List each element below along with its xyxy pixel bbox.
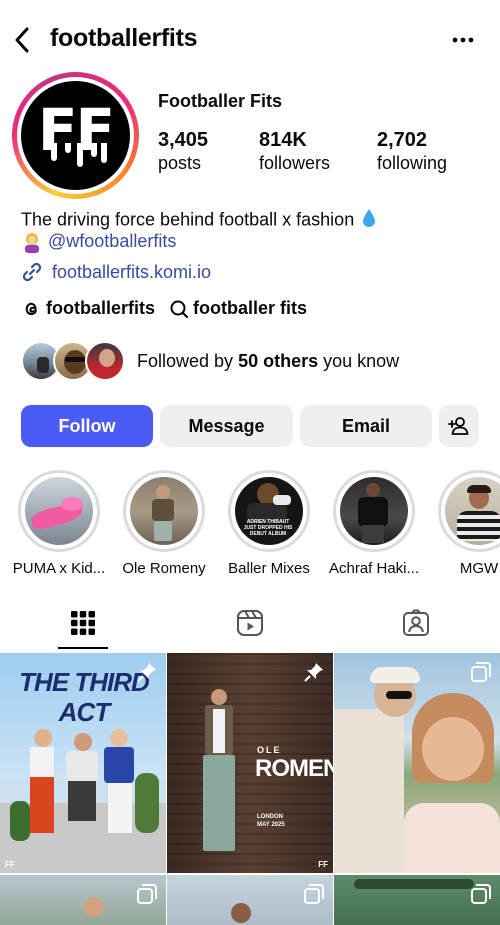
highlight-thumbnail [340, 477, 408, 545]
story-highlight[interactable]: PUMA x Kid... [4, 470, 114, 577]
highlight-thumbnail [445, 477, 500, 545]
post-thumbnail[interactable] [334, 653, 500, 873]
stat-count: 2,702 [377, 129, 428, 151]
post-date: LONDON MAY 2025 [257, 814, 285, 828]
carousel-icon [470, 883, 492, 910]
back-arrow-icon[interactable] [8, 24, 36, 56]
threads-display-name[interactable]: footballer fits [193, 298, 307, 319]
profile-stats: 3,405 posts 814K followers 2,702 followi… [158, 128, 447, 174]
bio-website-link[interactable]: footballerfits.komi.io [52, 262, 211, 283]
post-thumbnail[interactable]: OLE ROMENY LONDON MAY 2025 FF [167, 653, 333, 873]
threads-chat-icon [169, 299, 189, 319]
profile-username: footballerfits [50, 24, 198, 52]
stat-posts[interactable]: 3,405 posts [158, 128, 259, 174]
followed-by-row[interactable]: Followed by 50 others you know [21, 341, 399, 381]
top-bar: footballerfits [0, 0, 500, 80]
profile-avatar-ring[interactable]: FF [12, 72, 139, 199]
stat-label: posts [158, 153, 202, 173]
person-emoji-icon [21, 231, 43, 254]
highlight-thumbnail: ADRIEN THIBAUT JUST DROPPED HIS DEBUT AL… [235, 477, 303, 545]
followed-by-text: Followed by 50 others you know [137, 351, 399, 372]
followed-prefix: Followed by [137, 350, 239, 371]
stat-following[interactable]: 2,702 following [377, 128, 447, 174]
profile-avatar: FF [21, 81, 130, 190]
post-title: THE THIRD ACT [19, 667, 150, 727]
story-highlight[interactable]: Ole Romeny [109, 470, 219, 577]
threads-row: footballerfits footballer fits [21, 298, 307, 319]
highlight-label: PUMA x Kid... [12, 560, 106, 577]
stat-followers[interactable]: 814K followers [259, 128, 377, 174]
story-highlight[interactable]: MGW [424, 470, 500, 577]
profile-display-name: Footballer Fits [158, 91, 283, 111]
highlight-label: Ole Romeny [122, 560, 206, 577]
highlight-label: MGW [459, 560, 499, 577]
pin-icon [136, 661, 158, 688]
follow-button[interactable]: Follow [21, 405, 153, 447]
bio-mention-link[interactable]: @wfootballerfits [48, 231, 176, 251]
message-button[interactable]: Message [160, 405, 293, 447]
post-watermark: FF [5, 860, 15, 869]
post-title: ROMENY [255, 755, 333, 782]
bio-line: The driving force behind football x fash… [21, 209, 355, 230]
highlight-label: Baller Mixes [228, 560, 310, 577]
story-highlight[interactable]: Achraf Haki... [319, 470, 429, 577]
grid-icon [71, 611, 96, 635]
post-thumbnail[interactable] [167, 875, 333, 925]
post-thumbnail[interactable] [334, 875, 500, 925]
email-button[interactable]: Email [300, 405, 432, 447]
bio-mention-row: @wfootballerfits [21, 231, 176, 254]
bio-text: The driving force behind football x fash… [21, 208, 376, 233]
mutual-avatar [85, 341, 125, 381]
threads-handle[interactable]: footballerfits [46, 298, 155, 319]
highlight-thumbnail [130, 477, 198, 545]
highlight-ring [333, 470, 415, 552]
highlight-ring [123, 470, 205, 552]
followed-suffix: you know [318, 350, 400, 371]
stat-count: 814K [259, 129, 307, 151]
profile-tabs [0, 595, 500, 651]
highlight-label: Achraf Haki... [328, 560, 420, 577]
stat-label: following [377, 153, 448, 173]
bio-website-row: footballerfits.komi.io [21, 261, 211, 283]
droplet-icon [362, 208, 376, 233]
tagged-person-icon [402, 609, 430, 637]
highlight-thumbnail [25, 477, 93, 545]
carousel-icon [136, 883, 158, 910]
tab-grid[interactable] [0, 595, 167, 651]
carousel-icon [303, 883, 325, 910]
highlight-ring [438, 470, 500, 552]
link-icon [21, 261, 43, 283]
post-thumbnail[interactable] [0, 875, 166, 925]
reels-icon [236, 609, 264, 637]
carousel-icon [470, 661, 492, 688]
post-thumbnail[interactable]: THE THIRD ACT FF [0, 653, 166, 873]
tab-reels[interactable] [167, 595, 334, 651]
threads-icon [21, 299, 41, 319]
pin-icon [303, 661, 325, 688]
followed-count: 50 others [238, 350, 319, 371]
more-options-icon[interactable] [448, 28, 478, 52]
post-subtitle: OLE [257, 745, 282, 755]
highlight-caption: ADRIEN THIBAUT JUST DROPPED HIS DEBUT AL… [243, 519, 293, 537]
stat-count: 3,405 [158, 129, 209, 151]
add-person-button[interactable] [439, 405, 479, 447]
highlight-ring [18, 470, 100, 552]
stat-label: followers [259, 153, 331, 173]
highlight-ring: ADRIEN THIBAUT JUST DROPPED HIS DEBUT AL… [228, 470, 310, 552]
tab-tagged[interactable] [333, 595, 500, 651]
story-highlight[interactable]: ADRIEN THIBAUT JUST DROPPED HIS DEBUT AL… [214, 470, 324, 577]
post-watermark: FF [318, 860, 328, 869]
add-person-icon [448, 416, 470, 436]
